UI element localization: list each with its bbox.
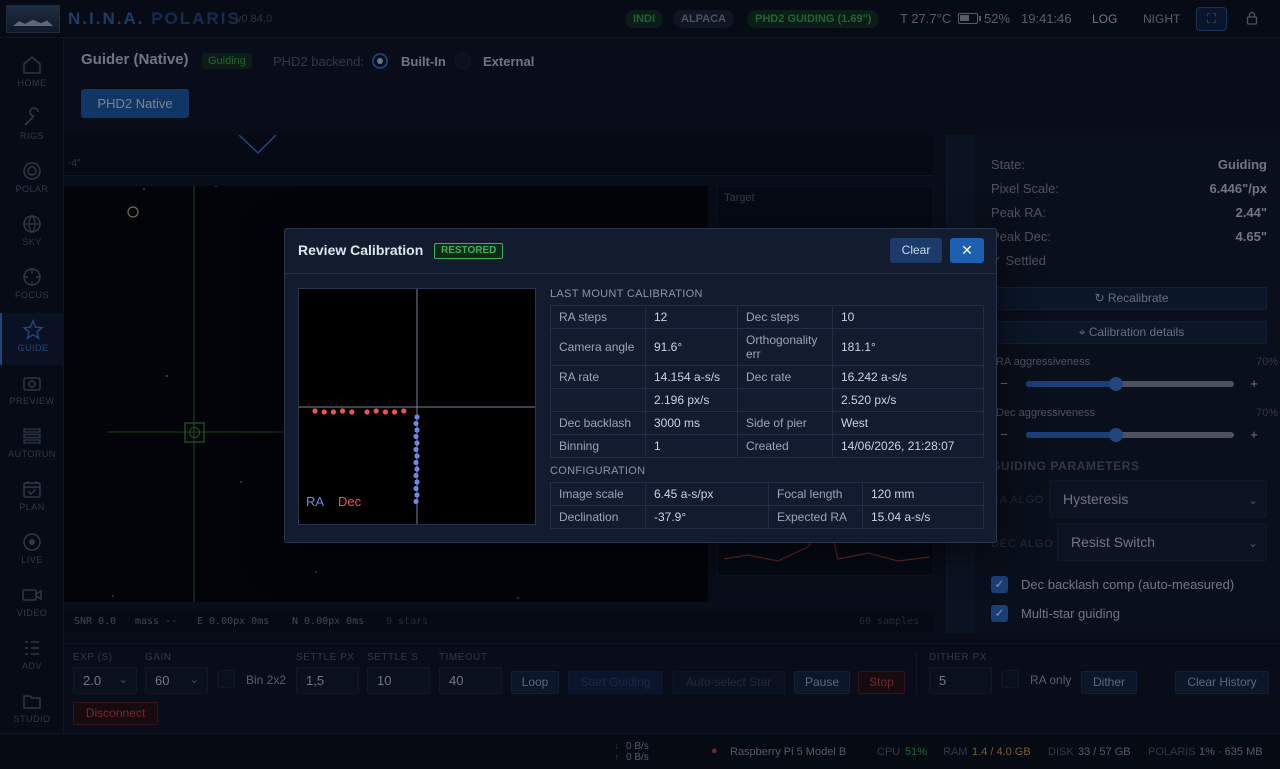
configuration-row: Declination -37.9° Expected RA 15.04 a-s/s (550, 505, 984, 529)
ra-calibration-point (413, 498, 419, 505)
dec-calibration-point (382, 409, 388, 415)
calibration-row: Camera angle 91.6° Orthogonality err 181.1° (550, 328, 984, 366)
calibration-row: 2.196 px/s 2.520 px/s (550, 388, 984, 412)
configuration-table: Image scale 6.45 a-s/px Focal length 120 mm… (550, 482, 984, 529)
ra-calibration-point (414, 479, 420, 485)
field-label: RA steps (550, 305, 646, 329)
last-calibration-title: LAST MOUNT CALIBRATION (550, 288, 703, 300)
field-value: 16.242 a-s/s (832, 365, 984, 389)
dec-calibration-point (349, 409, 355, 415)
dec-calibration-point (392, 409, 398, 415)
field-label: Image scale (550, 482, 646, 506)
field-value: 1 (645, 434, 738, 458)
calibration-row: RA rate 14.154 a-s/s Dec rate 16.242 a-s/s (550, 365, 984, 389)
calibration-row: RA steps 12 Dec steps 10 (550, 305, 984, 329)
field-value: 120 mm (862, 482, 984, 506)
calibration-row: Dec backlash 3000 ms Side of pier West (550, 411, 984, 435)
field-label: Focal length (768, 482, 863, 506)
field-value: 15.04 a-s/s (862, 505, 984, 529)
ra-calibration-point (413, 485, 419, 492)
field-label: Camera angle (550, 328, 646, 366)
close-dialog-button[interactable]: ✕ (950, 238, 984, 263)
ra-calibration-point (413, 446, 419, 453)
field-value: -37.9° (645, 505, 769, 529)
ra-calibration-point (414, 466, 420, 472)
field-value: 3000 ms (645, 411, 738, 435)
field-value: 181.1° (832, 328, 984, 366)
field-label: Side of pier (737, 411, 833, 435)
ra-calibration-point (413, 420, 419, 427)
ra-calibration-point (414, 440, 420, 446)
field-label: Dec steps (737, 305, 833, 329)
field-label: Dec backlash (550, 411, 646, 435)
dec-calibration-point (312, 408, 318, 414)
field-label: Binning (550, 434, 646, 458)
ra-calibration-point (414, 414, 420, 420)
dec-calibration-point (373, 408, 379, 414)
field-label: Dec rate (737, 365, 833, 389)
clear-calibration-button[interactable]: Clear (890, 238, 942, 263)
dec-calibration-point (401, 408, 407, 414)
field-label: Created (737, 434, 833, 458)
field-value: 14.154 a-s/s (645, 365, 738, 389)
configuration-title: CONFIGURATION (550, 465, 646, 477)
ra-calibration-point (413, 459, 419, 466)
plot-dec-label: Dec (338, 494, 362, 509)
field-value: 2.520 px/s (832, 388, 984, 412)
field-value: 91.6° (645, 328, 738, 366)
ra-calibration-point (414, 427, 420, 433)
calibration-row: Binning 1 Created 14/06/2026, 21:28:07 (550, 434, 984, 458)
dialog-title: Review Calibration (298, 242, 424, 258)
dec-calibration-point (340, 408, 346, 414)
configuration-row: Image scale 6.45 a-s/px Focal length 120 mm (550, 482, 984, 506)
close-icon: ✕ (961, 242, 973, 258)
restored-badge: RESTORED (434, 243, 504, 259)
field-value: 12 (645, 305, 738, 329)
last-calibration-table: RA steps 12 Dec steps 10 Camera angle 91.6° Or… (550, 305, 984, 458)
field-label: Orthogonality err (737, 328, 833, 366)
field-label: Declination (550, 505, 646, 529)
ra-calibration-point (413, 433, 419, 440)
field-value: 6.45 a-s/px (645, 482, 769, 506)
dec-calibration-point (330, 409, 336, 415)
plot-ra-label: RA (306, 494, 324, 509)
field-label: Expected RA (768, 505, 863, 529)
ra-calibration-point (413, 472, 419, 479)
field-value: 14/06/2026, 21:28:07 (832, 434, 984, 458)
ra-calibration-point (414, 453, 420, 459)
field-label (737, 388, 833, 412)
dec-calibration-point (321, 409, 327, 415)
field-value: 2.196 px/s (645, 388, 738, 412)
field-label (550, 388, 646, 412)
field-value: 10 (832, 305, 984, 329)
ra-calibration-point (414, 492, 420, 498)
field-label: RA rate (550, 365, 646, 389)
review-calibration-dialog: Review Calibration RESTORED Clear ✕ RA D… (284, 228, 997, 543)
dec-calibration-point (364, 409, 370, 415)
calibration-plot-canvas: RA Dec (299, 289, 535, 524)
dialog-divider (285, 273, 996, 274)
field-value: West (832, 411, 984, 435)
calibration-plot: RA Dec (298, 288, 536, 525)
